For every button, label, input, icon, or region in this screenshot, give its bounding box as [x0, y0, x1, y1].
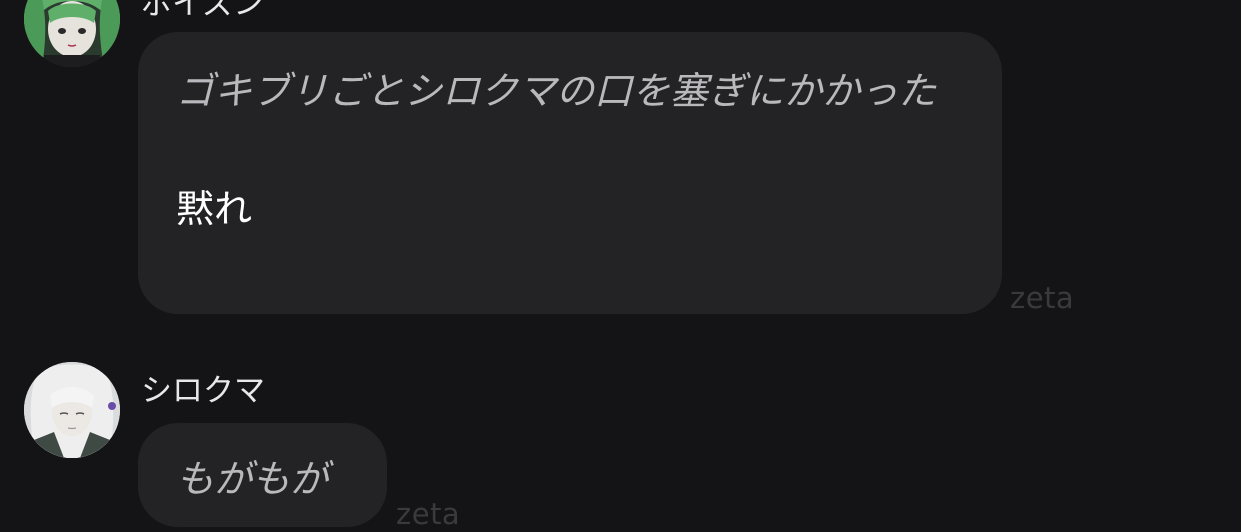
- sender-name: シロクマ: [141, 373, 265, 409]
- watermark: zeta: [396, 497, 461, 531]
- avatar[interactable]: [24, 362, 120, 458]
- watermark: zeta: [1010, 281, 1075, 315]
- chat-message: ポイズン ゴキブリごとシロクマの口を塞ぎにかかった 黙れ zeta: [0, 0, 1241, 330]
- avatar-white-hair-icon: [24, 362, 120, 458]
- avatar-green-hair-icon: [24, 0, 120, 67]
- message-bubble: もがもが: [138, 423, 387, 527]
- chat-message: シロクマ もがもが zeta: [0, 340, 1241, 532]
- sender-name: ポイズン: [141, 0, 265, 22]
- action-text: ゴキブリごとシロクマの口を塞ぎにかかった: [176, 69, 937, 113]
- avatar[interactable]: [24, 0, 120, 67]
- message-bubble: ゴキブリごとシロクマの口を塞ぎにかかった 黙れ: [138, 32, 1002, 314]
- action-text: もがもが: [176, 457, 329, 501]
- speech-text: 黙れ: [176, 187, 253, 231]
